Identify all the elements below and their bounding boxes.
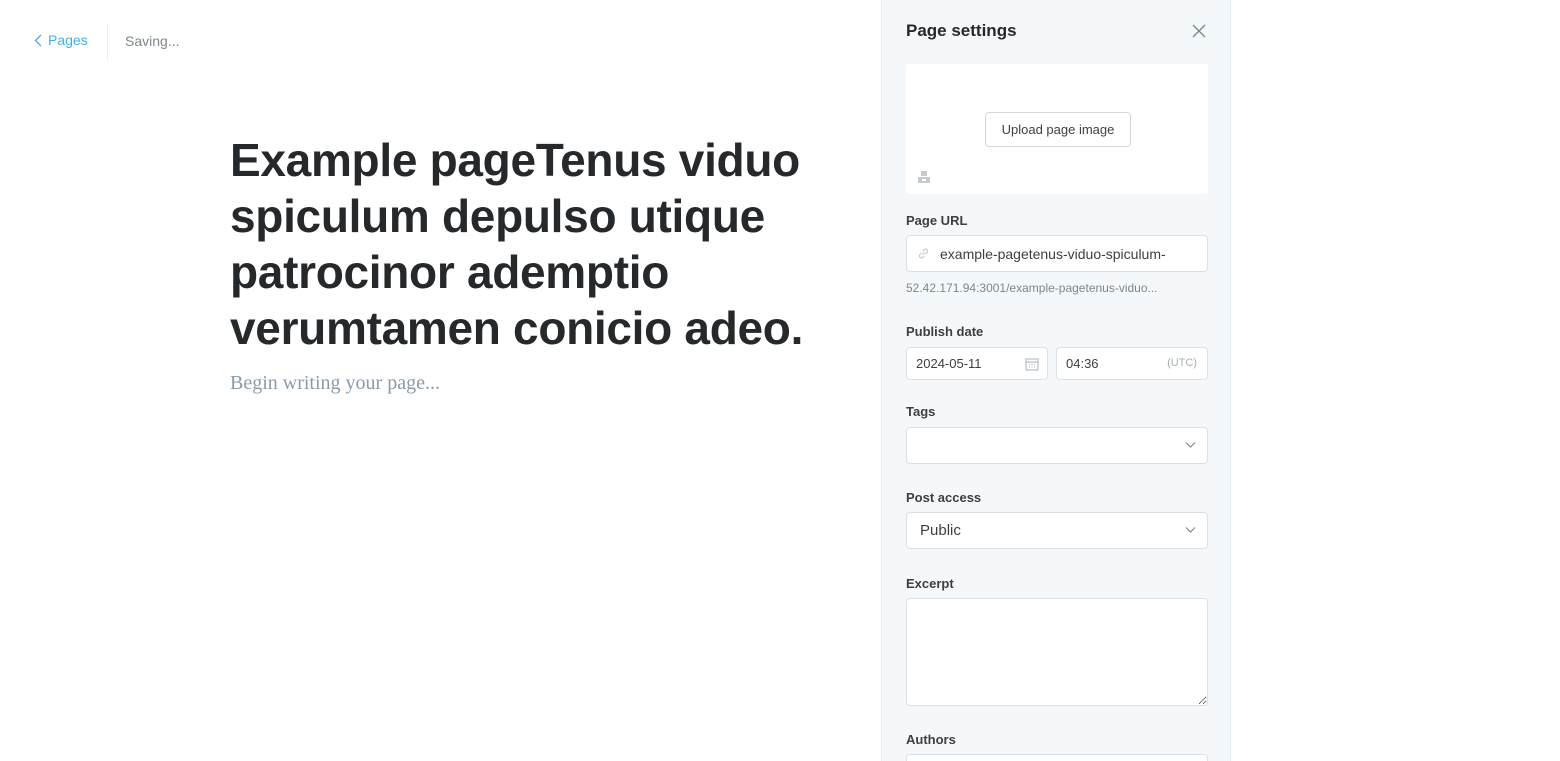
publish-date-input[interactable]: 2024-05-11: [906, 347, 1048, 380]
topbar-divider: [107, 24, 108, 60]
page-url-value: example-pagetenus-viduo-spiculum-: [940, 245, 1166, 262]
save-status: Saving...: [125, 33, 180, 49]
page-url-hint: 52.42.171.94:3001/example-pagetenus-vidu…: [906, 281, 1158, 295]
page-settings-panel: Page settings Upload page image Page URL…: [881, 0, 1231, 761]
excerpt-label: Excerpt: [906, 576, 954, 591]
tags-select[interactable]: [906, 427, 1208, 464]
calendar-icon[interactable]: [1025, 357, 1039, 371]
unsplash-icon[interactable]: [917, 170, 931, 184]
back-to-pages-link[interactable]: Pages: [34, 32, 88, 48]
publish-time-value: 04:36: [1066, 356, 1099, 371]
page-title-input[interactable]: Example pageTenus viduo spiculum depulso…: [230, 132, 930, 356]
page-image-dropzone[interactable]: Upload page image: [906, 64, 1208, 194]
chevron-left-icon: [34, 34, 42, 46]
link-icon: [918, 248, 929, 259]
excerpt-textarea[interactable]: [906, 598, 1208, 706]
chevron-down-icon: [1185, 527, 1196, 533]
editor-area: Example pageTenus viduo spiculum depulso…: [230, 132, 930, 395]
back-link-label: Pages: [48, 32, 88, 48]
publish-date-value: 2024-05-11: [916, 356, 982, 371]
page-body-editor[interactable]: Begin writing your page...: [230, 372, 930, 395]
publish-time-input[interactable]: 04:36 (UTC): [1056, 347, 1208, 380]
authors-label: Authors: [906, 732, 956, 747]
page-editor-screen: Pages Saving... Example pageTenus viduo …: [0, 0, 1560, 761]
post-access-value: Public: [920, 522, 961, 539]
page-url-input[interactable]: example-pagetenus-viduo-spiculum-: [906, 235, 1208, 272]
chevron-down-icon: [1185, 442, 1196, 448]
tags-label: Tags: [906, 404, 936, 419]
post-access-label: Post access: [906, 490, 982, 505]
upload-image-button[interactable]: Upload page image: [985, 112, 1131, 147]
post-access-select[interactable]: Public: [906, 512, 1208, 549]
close-icon[interactable]: [1190, 22, 1208, 40]
editor-topbar: Pages Saving...: [0, 0, 880, 84]
panel-title: Page settings: [906, 21, 1017, 40]
publish-date-label: Publish date: [906, 324, 984, 339]
timezone-label: (UTC): [1167, 357, 1197, 369]
authors-input[interactable]: [906, 754, 1208, 761]
page-url-label: Page URL: [906, 213, 968, 228]
